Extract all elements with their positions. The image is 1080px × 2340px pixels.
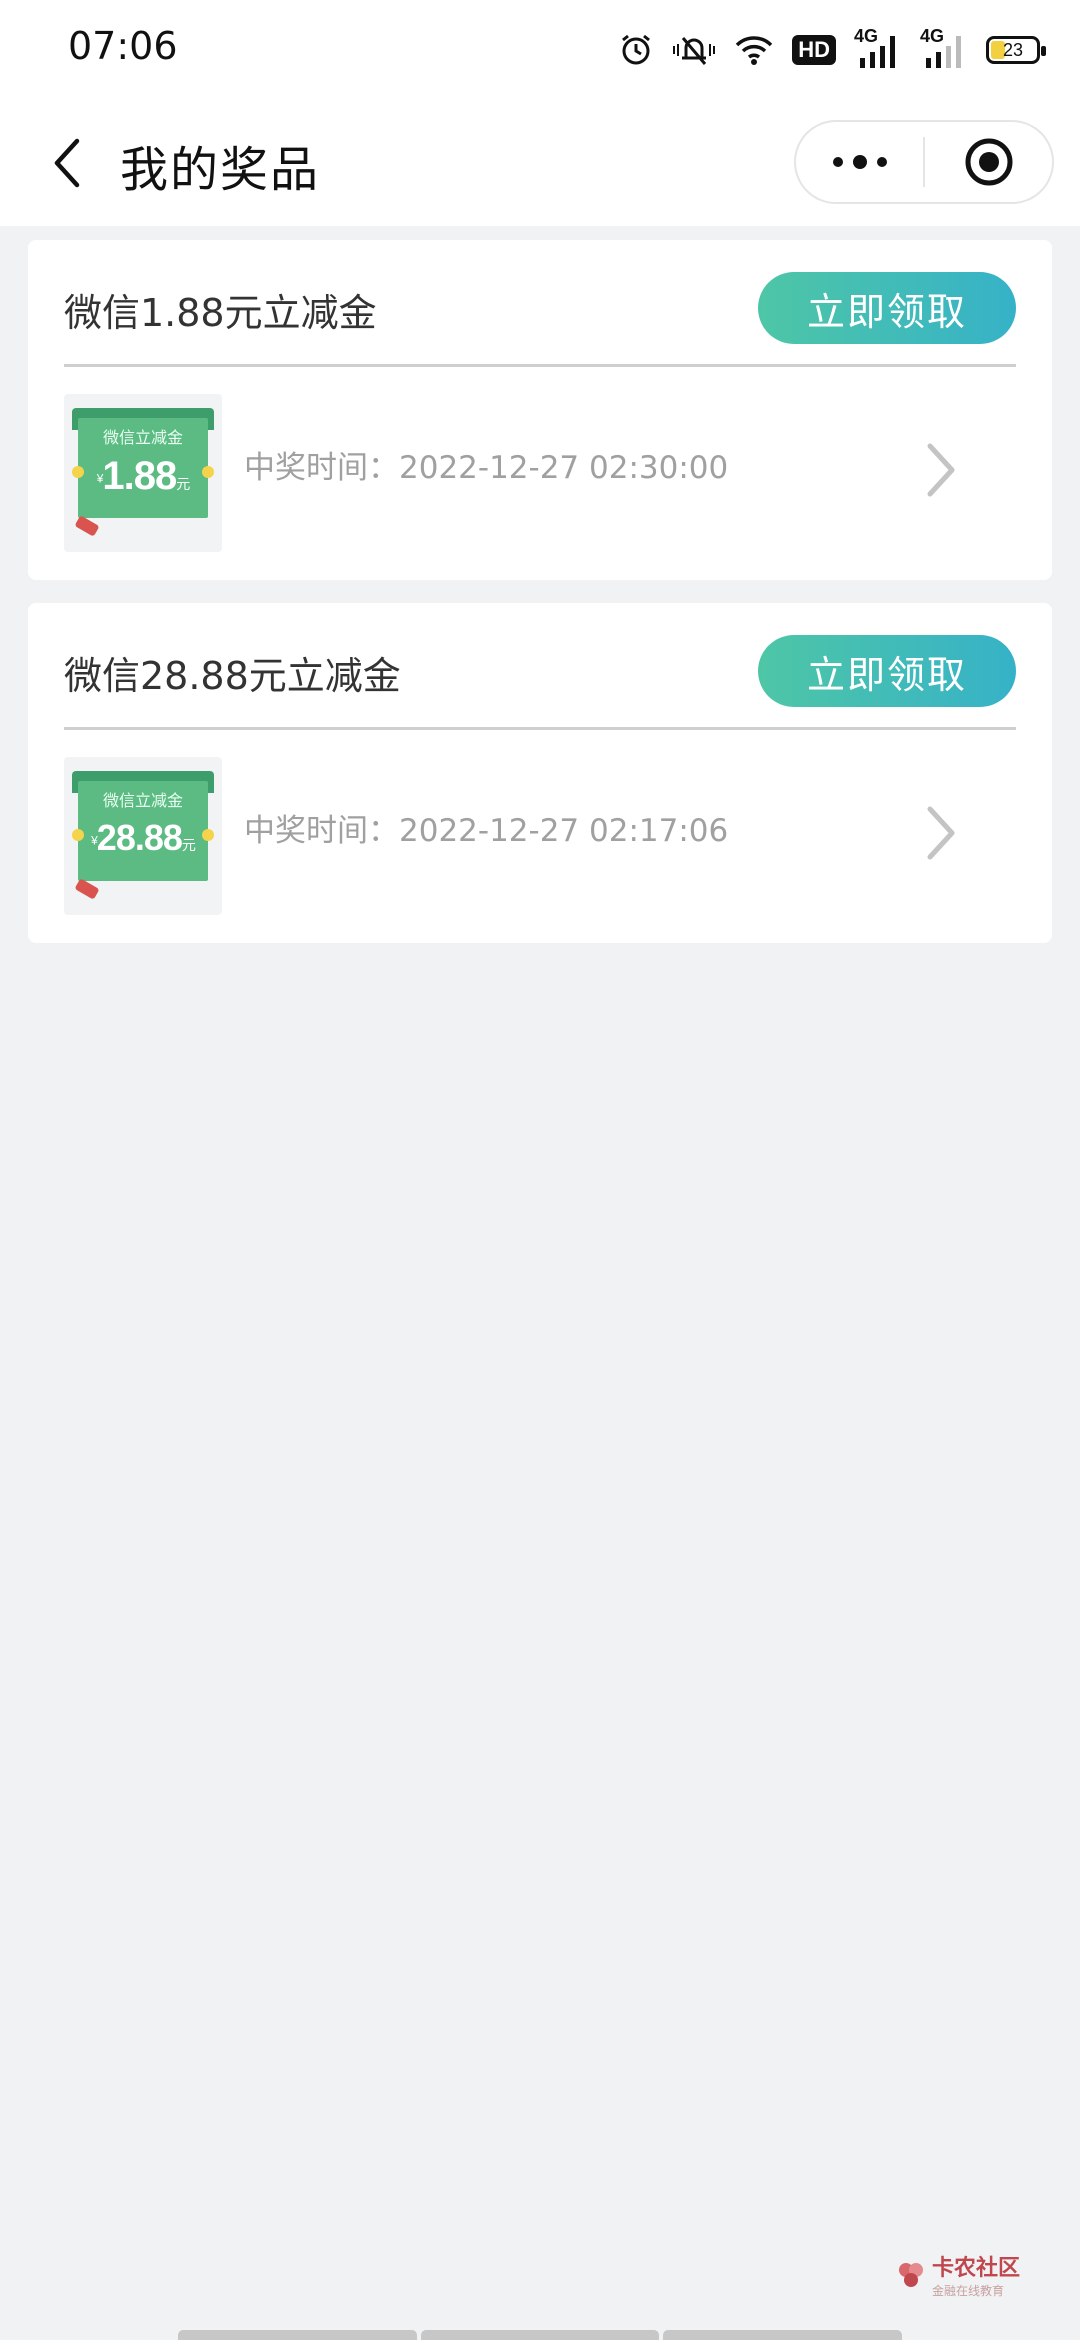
status-icons: HD 4G 4G 23 <box>618 26 1046 72</box>
prize-card: 微信28.88元立减金 立即领取 微信立减金 ¥28.88元 中奖时间：2022… <box>28 603 1052 943</box>
battery-icon: 23 <box>986 36 1046 64</box>
coupon-thumbnail: 微信立减金 ¥28.88元 <box>64 757 222 915</box>
status-bar: 07:06 HD 4G 4G 23 <box>0 0 1080 100</box>
mute-icon <box>672 30 716 70</box>
coupon-amount: ¥28.88元 <box>91 817 196 858</box>
signal-4g-icon: 4G <box>920 26 968 72</box>
page-title: 我的奖品 <box>120 142 321 198</box>
nav-bar: 我的奖品 <box>0 100 1080 226</box>
more-button[interactable] <box>796 122 923 202</box>
watermark-title: 卡农社区 <box>931 2256 1020 2281</box>
prize-card-header: 微信28.88元立减金 立即领取 <box>28 603 1052 730</box>
coupon-label: 微信立减金 <box>102 791 183 810</box>
status-time: 07:06 <box>68 24 178 68</box>
hd-icon: HD <box>792 30 836 70</box>
target-close-icon <box>965 138 1012 186</box>
coupon-amount: ¥1.88元 <box>96 454 191 498</box>
win-time: 中奖时间：2022-12-27 02:17:06 <box>244 813 729 849</box>
wifi-icon <box>734 30 774 70</box>
prize-title: 微信28.88元立减金 <box>64 654 401 698</box>
claim-button[interactable]: 立即领取 <box>758 635 1016 707</box>
coupon-image: 微信立减金 ¥1.88元 <box>72 408 214 537</box>
watermark-subtitle: 金融在线教育 <box>931 2284 1004 2298</box>
chevron-right-icon <box>927 443 955 497</box>
gesture-bar <box>178 2330 903 2340</box>
coupon-image: 微信立减金 ¥28.88元 <box>72 771 214 900</box>
watermark: 卡农社区 金融在线教育 <box>896 2250 1020 2299</box>
mini-program-capsule <box>794 120 1054 204</box>
prize-card-header: 微信1.88元立减金 立即领取 <box>28 240 1052 367</box>
close-button[interactable] <box>925 122 1052 202</box>
coupon-thumbnail: 微信立减金 ¥1.88元 <box>64 394 222 552</box>
alarm-icon <box>618 30 654 70</box>
chevron-right-icon <box>927 806 955 860</box>
prize-card: 微信1.88元立减金 立即领取 微信立减金 ¥1.88元 中奖时间：2022-1… <box>28 240 1052 580</box>
prize-title: 微信1.88元立减金 <box>64 291 377 335</box>
kanong-logo-icon <box>898 2262 923 2287</box>
more-dots-icon <box>832 155 887 169</box>
back-button[interactable] <box>36 128 96 198</box>
prize-detail-row[interactable]: 微信立减金 ¥28.88元 中奖时间：2022-12-27 02:17:06 <box>28 729 1052 943</box>
coupon-label: 微信立减金 <box>102 428 183 447</box>
back-arrow-icon <box>54 138 80 188</box>
win-time: 中奖时间：2022-12-27 02:30:00 <box>244 450 729 486</box>
claim-button[interactable]: 立即领取 <box>758 272 1016 344</box>
signal-4g-icon: 4G <box>854 26 902 72</box>
prize-detail-row[interactable]: 微信立减金 ¥1.88元 中奖时间：2022-12-27 02:30:00 <box>28 366 1052 580</box>
